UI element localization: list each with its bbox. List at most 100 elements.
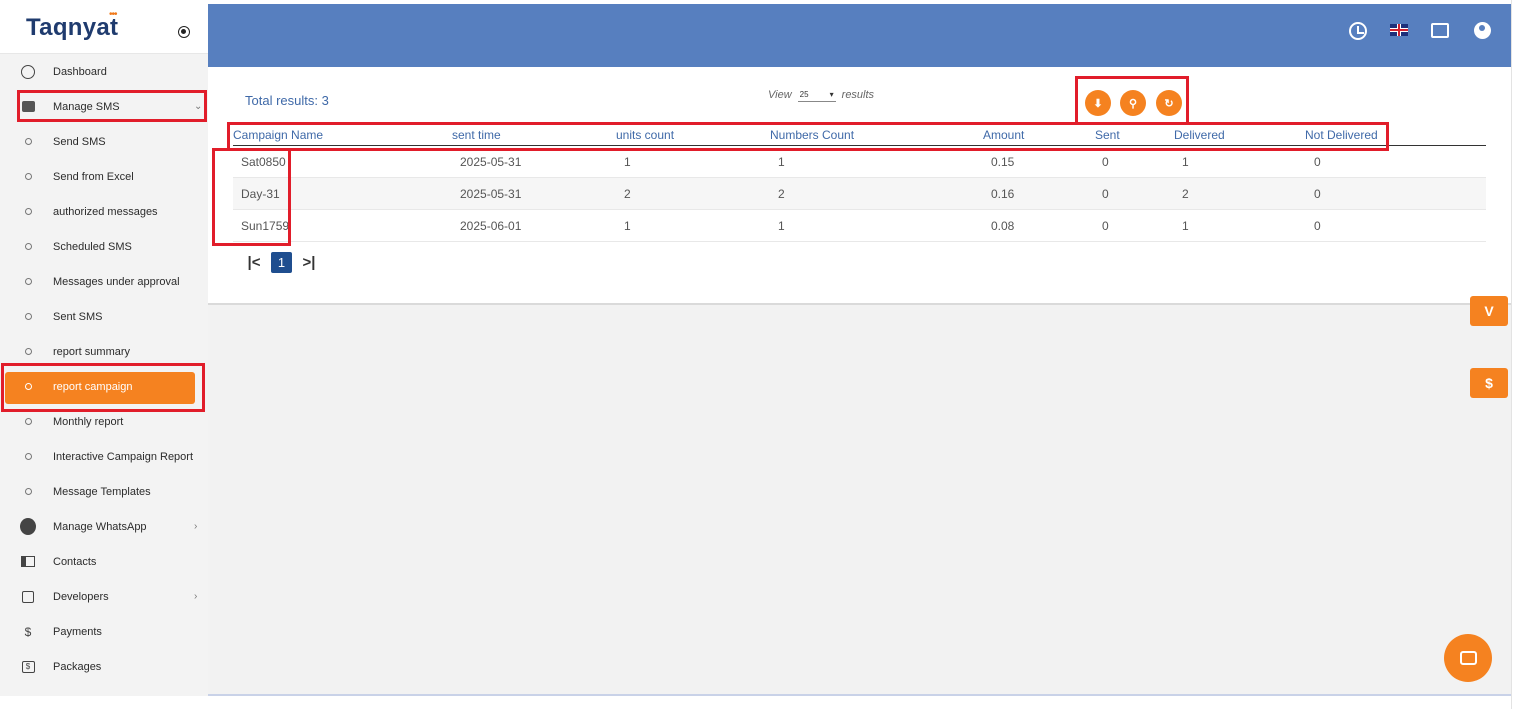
pagination: |< 1 >| (245, 252, 318, 273)
whatsapp-icon (20, 518, 36, 535)
sidebar-item-label: Payments (53, 625, 102, 638)
first-page-button[interactable]: |< (245, 254, 263, 271)
sidebar-item-label: Dashboard (53, 65, 107, 78)
window-edge (1511, 0, 1523, 709)
sidebar-item-label: Message Templates (53, 485, 151, 498)
floating-dollar-button[interactable]: $ (1470, 368, 1508, 398)
top-header (208, 4, 1511, 67)
floating-v-button[interactable]: V (1470, 296, 1508, 326)
developers-icon (20, 589, 36, 605)
cell-not-delivered: 0 (1314, 219, 1321, 233)
chat-button[interactable] (1444, 634, 1492, 682)
annotation-box-columns (227, 122, 1389, 151)
sidebar-item-send-sms[interactable]: Send SMS (0, 124, 208, 159)
annotation-box-manage-sms (17, 90, 207, 122)
cell-units-count: 1 (624, 155, 631, 169)
sidebar-item-label: Packages (53, 660, 102, 673)
sidebar-item-dashboard[interactable]: Dashboard (0, 54, 208, 89)
sidebar-item-interactive-campaign-report[interactable]: Interactive Campaign Report (0, 439, 208, 474)
cell-amount: 0.15 (991, 155, 1015, 169)
app-window: Taqnyat ••• Dashboard Manage SMS ⌄ Send … (0, 0, 1523, 709)
cell-sent-time: 2025-06-01 (460, 219, 522, 233)
cell-numbers-count: 1 (778, 155, 785, 169)
sidebar-item-label: Monthly report (53, 415, 124, 428)
circle-bullet-icon (25, 418, 32, 425)
sidebar-item-label: Manage WhatsApp (53, 520, 147, 533)
cell-units-count: 2 (624, 187, 631, 201)
cell-sent: 0 (1102, 187, 1109, 201)
sidebar-item-authorized-messages[interactable]: authorized messages (0, 194, 208, 229)
sidebar-item-label: Send from Excel (53, 170, 134, 183)
total-results: Total results: 3 (245, 93, 329, 108)
sidebar-item-label: Send SMS (53, 135, 106, 148)
sidebar-item-label: Interactive Campaign Report (53, 450, 194, 463)
sidebar-item-label: Developers (53, 590, 109, 603)
cell-numbers-count: 2 (778, 187, 785, 201)
table-row[interactable]: Day-31 2025-05-31 2 2 0.16 0 2 0 (233, 178, 1486, 210)
chevron-down-icon: ▾ (829, 89, 834, 99)
cell-sent: 0 (1102, 155, 1109, 169)
sidebar-item-send-from-excel[interactable]: Send from Excel (0, 159, 208, 194)
sidebar-item-developers[interactable]: Developers › (0, 579, 208, 614)
annotation-box-report-campaign (1, 363, 205, 412)
cell-units-count: 1 (624, 219, 631, 233)
cell-sent: 0 (1102, 219, 1109, 233)
sidebar-item-payments[interactable]: $ Payments (0, 614, 208, 649)
chevron-right-icon: › (194, 591, 198, 602)
sidebar-item-manage-whatsapp[interactable]: Manage WhatsApp › (0, 509, 208, 544)
circle-bullet-icon (25, 208, 32, 215)
cell-numbers-count: 1 (778, 219, 785, 233)
circle-bullet-icon (25, 173, 32, 180)
annotation-box-actions (1075, 76, 1189, 125)
logo-dots: ••• (109, 9, 117, 20)
cell-sent-time: 2025-05-31 (460, 187, 522, 201)
results-label: results (841, 88, 875, 101)
logo-area: Taqnyat ••• (0, 4, 208, 54)
fullscreen-icon[interactable] (1431, 23, 1449, 38)
chat-icon (1459, 651, 1477, 665)
last-page-button[interactable]: >| (300, 254, 318, 271)
dashboard-icon (20, 64, 36, 80)
contacts-icon (20, 554, 36, 570)
report-card: Total results: 3 View 25 ▾ results ⬇ ⚲ ↻… (208, 67, 1511, 305)
logo[interactable]: Taqnyat (26, 14, 118, 42)
sidebar-item-message-templates[interactable]: Message Templates (0, 474, 208, 509)
circle-bullet-icon (25, 278, 32, 285)
cell-not-delivered: 0 (1314, 155, 1321, 169)
sidebar-item-label: Contacts (53, 555, 97, 568)
view-label: View (768, 88, 792, 101)
table-row[interactable]: Sun1759 2025-06-01 1 1 0.08 0 1 0 (233, 210, 1486, 242)
pin-sidebar-icon[interactable] (178, 26, 190, 38)
sidebar-item-scheduled-sms[interactable]: Scheduled SMS (0, 229, 208, 264)
sidebar-item-messages-under-approval[interactable]: Messages under approval (0, 264, 208, 299)
page-size-value: 25 (799, 89, 809, 99)
sidebar-item-sent-sms[interactable]: Sent SMS (0, 299, 208, 334)
packages-glyph: $ (21, 660, 35, 673)
user-account-icon[interactable] (1474, 22, 1491, 39)
bottom-divider (208, 694, 1511, 696)
chevron-right-icon: › (194, 521, 198, 532)
circle-bullet-icon (25, 453, 32, 460)
page-size-select[interactable]: 25 ▾ (797, 87, 836, 102)
sidebar-item-contacts[interactable]: Contacts (0, 544, 208, 579)
sidebar-item-label: Messages under approval (53, 275, 180, 288)
cell-amount: 0.16 (991, 187, 1015, 201)
circle-bullet-icon (25, 348, 32, 355)
packages-icon: $ (20, 659, 36, 675)
cell-sent-time: 2025-05-31 (460, 155, 522, 169)
cell-not-delivered: 0 (1314, 187, 1321, 201)
cell-amount: 0.08 (991, 219, 1015, 233)
clock-icon[interactable] (1349, 22, 1367, 40)
uk-flag-icon[interactable] (1390, 24, 1408, 36)
cell-delivered: 2 (1182, 187, 1189, 201)
page-1-button[interactable]: 1 (271, 252, 292, 273)
sidebar-item-label: report summary (53, 345, 131, 358)
sidebar-item-label: authorized messages (53, 205, 158, 218)
page-size-control: View 25 ▾ results (768, 87, 874, 102)
cell-delivered: 1 (1182, 219, 1189, 233)
sidebar-item-label: Sent SMS (53, 310, 103, 323)
circle-bullet-icon (25, 313, 32, 320)
circle-bullet-icon (25, 243, 32, 250)
sidebar-item-packages[interactable]: $ Packages (0, 649, 208, 684)
annotation-box-campaign-names (212, 148, 291, 246)
